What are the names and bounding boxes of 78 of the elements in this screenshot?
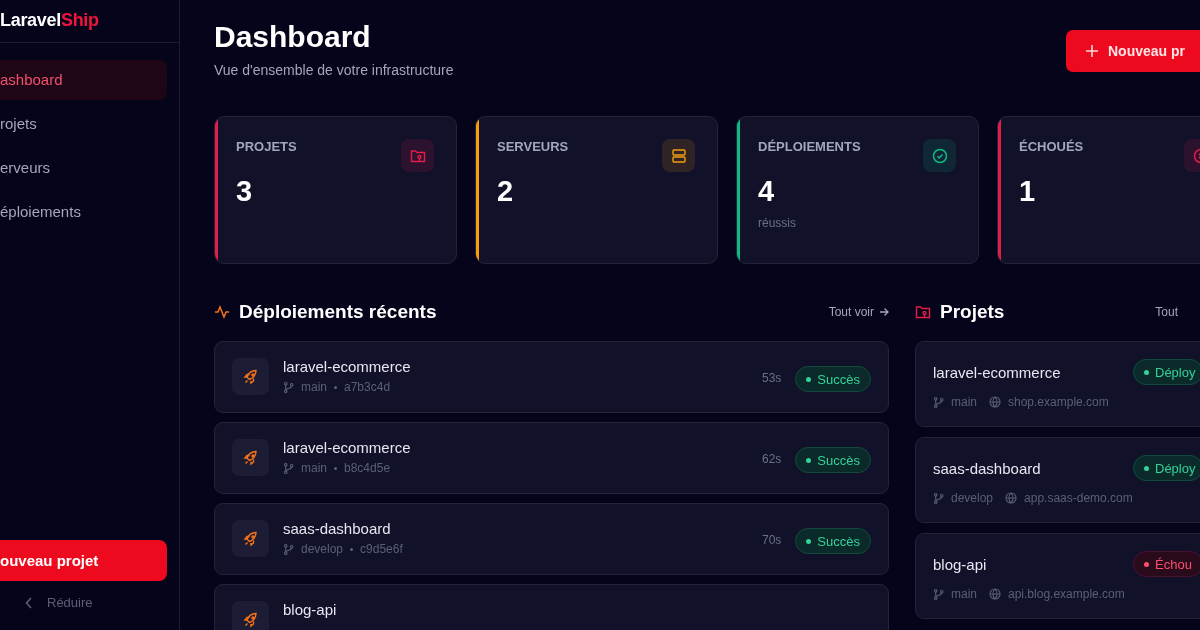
- status-badge: Succès: [795, 528, 871, 554]
- stat-value: 4: [758, 175, 776, 208]
- deployment-row[interactable]: blog-api: [214, 584, 889, 630]
- stat-label: PROJETS: [236, 139, 297, 154]
- project-row[interactable]: saas-dashboard Déploy develop app.saas-demo.com: [915, 437, 1200, 523]
- globe-icon: [989, 396, 1001, 408]
- status-badge: Déploy: [1133, 359, 1200, 385]
- folder-icon: [409, 147, 426, 164]
- plus-icon: [1086, 45, 1098, 57]
- project-row[interactable]: laravel-ecommerce Déploy main shop.example.com: [915, 341, 1200, 427]
- arrow-right-icon: [879, 307, 889, 317]
- nav-item[interactable]: éploiements: [0, 192, 167, 232]
- duration-text: 70s: [762, 533, 782, 547]
- view-all-link[interactable]: Tout voir: [828, 305, 889, 319]
- project-name: saas-dashboard: [933, 459, 1041, 477]
- server-icon: [670, 147, 687, 164]
- chevron-left-icon: [25, 596, 33, 609]
- globe-icon: [1005, 492, 1018, 504]
- stat-label: SERVEURS: [497, 139, 569, 154]
- status-badge: Succès: [795, 447, 871, 473]
- commit-hash: c9d5e6f: [360, 542, 403, 556]
- rocket-icon: [242, 449, 259, 466]
- git-branch-icon: [933, 396, 944, 408]
- branch-name: develop: [301, 542, 344, 556]
- deployment-row[interactable]: saas-dashboard develop c9d5e6f 70s Succès: [214, 503, 889, 575]
- section-title: Déploiements récents: [239, 301, 437, 323]
- deployment-row[interactable]: laravel-ecommerce main b8c4d5e 62s Succès: [214, 422, 889, 494]
- git-branch-icon: [933, 588, 944, 600]
- project-name: blog-api: [933, 555, 987, 573]
- logo-text: LaravelShip: [0, 9, 100, 32]
- commit-hash: b8c4d5e: [344, 461, 391, 475]
- project-name: saas-dashboard: [283, 520, 392, 537]
- domain-text: app.saas-demo.com: [1024, 491, 1133, 505]
- branch-name: main: [301, 380, 327, 394]
- stat-label: ÉCHOUÉS: [1019, 139, 1084, 154]
- duration-text: 53s: [762, 371, 782, 385]
- git-branch-icon: [283, 381, 294, 393]
- page-title: Dashboard: [214, 20, 372, 54]
- branch-name: develop: [951, 491, 994, 505]
- folder-icon: [915, 304, 931, 320]
- activity-icon: [214, 304, 230, 320]
- project-name: laravel-ecommerce: [283, 358, 412, 375]
- branch-name: main: [951, 395, 977, 409]
- status-badge: Échou: [1133, 551, 1200, 577]
- section-title: Projets: [940, 301, 1005, 323]
- page-subtitle: Vue d'ensemble de votre infrastructure: [214, 62, 454, 78]
- status-badge: Déploy: [1133, 455, 1200, 481]
- git-branch-icon: [933, 492, 944, 504]
- nav-item[interactable]: erveurs: [0, 148, 167, 188]
- new-project-button[interactable]: Nouveau pr: [1066, 30, 1200, 72]
- stat-value: 2: [497, 175, 515, 208]
- stat-value: 1: [1019, 175, 1037, 208]
- project-name: laravel-ecommerce: [283, 439, 412, 456]
- rocket-icon: [242, 611, 259, 628]
- domain-text: api.blog.example.com: [1008, 587, 1125, 601]
- rocket-icon: [242, 368, 259, 385]
- rocket-icon: [242, 530, 259, 547]
- project-name: laravel-ecommerce: [933, 363, 1061, 381]
- check-circle-icon: [931, 147, 948, 164]
- status-badge: Succès: [795, 366, 871, 392]
- git-branch-icon: [283, 543, 294, 555]
- branch-name: main: [951, 587, 977, 601]
- git-branch-icon: [283, 462, 294, 474]
- nav-item[interactable]: rojets: [0, 104, 167, 144]
- domain-text: shop.example.com: [1008, 395, 1109, 409]
- new-project-button[interactable]: ouveau projet: [0, 540, 167, 581]
- project-name: blog-api: [283, 601, 338, 618]
- project-row[interactable]: blog-api Échou main api.blog.example.com: [915, 533, 1200, 619]
- view-all-link[interactable]: Tout: [1155, 305, 1178, 319]
- deployment-row[interactable]: laravel-ecommerce main a7b3c4d 53s Succès: [214, 341, 889, 413]
- globe-icon: [989, 588, 1001, 600]
- nav-item[interactable]: ashboard: [0, 60, 167, 100]
- stat-value: 3: [236, 175, 254, 208]
- stat-note: réussis: [758, 216, 797, 230]
- duration-text: 62s: [762, 452, 782, 466]
- stat-label: DÉPLOIEMENTS: [758, 139, 861, 154]
- commit-hash: a7b3c4d: [344, 380, 391, 394]
- branch-name: main: [301, 461, 327, 475]
